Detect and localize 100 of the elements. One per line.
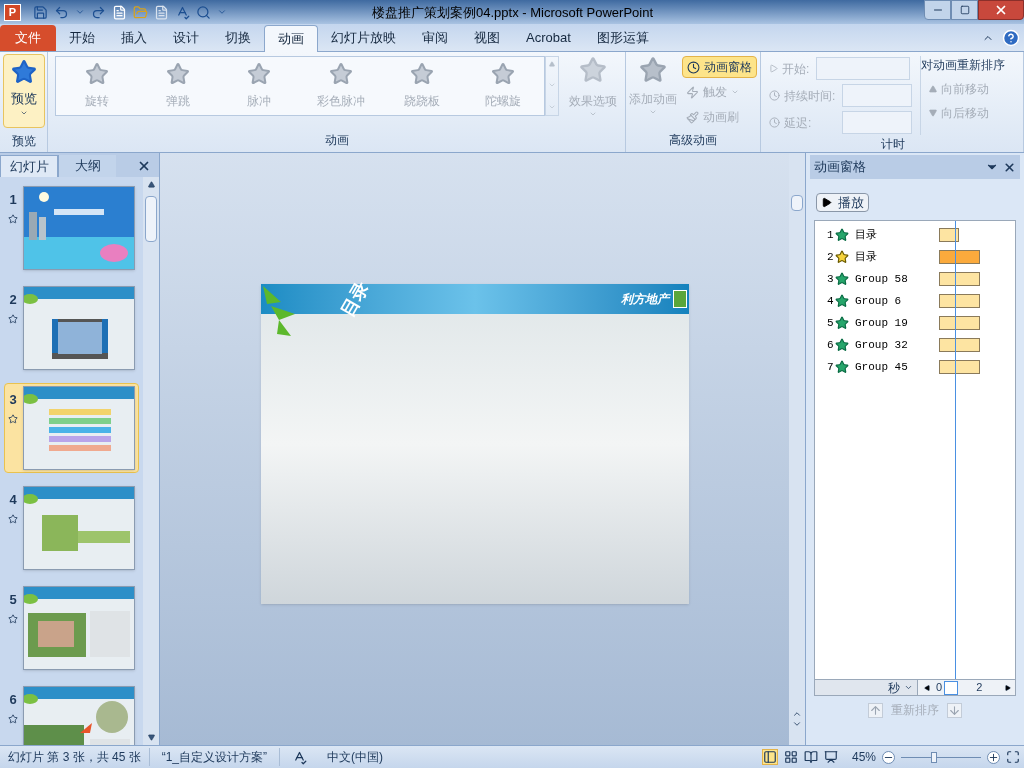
star-icon [328,62,353,86]
caret-icon [589,110,597,118]
help-icon[interactable] [1002,29,1020,47]
brand-logo-icon [672,290,687,308]
play-button[interactable]: 播放 [816,193,869,212]
move-up-icon[interactable] [868,702,883,718]
slider-thumb[interactable] [930,751,937,763]
item-name[interactable]: 目录 [855,226,935,244]
star-icon [409,62,434,86]
item-number: 3 [827,271,835,287]
play-icon [769,64,778,73]
caret-icon [731,88,739,96]
ribbon-tab[interactable]: 图形运算 [583,25,662,51]
normal-view-icon[interactable] [761,749,778,765]
search-icon[interactable] [196,4,211,20]
caret-icon [904,683,913,692]
dropdown-icon[interactable] [75,7,85,17]
zoom-slider[interactable] [901,751,981,763]
zoom-in-icon[interactable] [987,750,1000,764]
slide-number: 2 [9,291,17,309]
item-number: 5 [827,315,835,331]
undo-icon[interactable] [54,4,69,20]
start-dropdown[interactable] [816,57,910,80]
panel-tab[interactable]: 幻灯片 [0,155,58,177]
item-name[interactable]: Group 45 [855,358,935,376]
previous-slide-icon[interactable] [792,709,802,719]
item-number: 7 [827,359,835,375]
scroll-down-icon[interactable] [147,734,155,741]
scroll-thumb[interactable] [145,196,157,242]
file-tab[interactable]: 文件 [0,25,56,51]
restore-button[interactable] [951,0,978,20]
item-name[interactable]: Group 32 [855,336,935,354]
save-icon[interactable] [33,4,48,20]
scroll-right-icon[interactable] [1005,684,1011,691]
close-icon[interactable] [137,159,151,173]
scroll-up-icon[interactable] [147,181,155,188]
theme-name: “1_自定义设计方案” [149,748,281,766]
ribbon-tab[interactable]: 设计 [160,25,212,51]
item-name[interactable]: Group 6 [855,292,935,310]
ribbon-tab[interactable]: 动画 [264,25,318,52]
minimize-button[interactable] [924,0,951,20]
scroll-thumb[interactable] [791,195,803,211]
timeline-thumb[interactable] [944,680,959,695]
slide-count: 幻灯片 第 3 张，共 45 张 [0,748,150,766]
scrollbar[interactable] [143,177,159,745]
slide-sorter-icon[interactable] [783,750,798,764]
brush-icon [686,110,699,124]
slideshow-icon[interactable] [823,750,838,764]
time-spin-field[interactable] [842,111,912,134]
star-icon [491,62,516,86]
item-name[interactable]: Group 19 [855,314,935,332]
slide[interactable]: 目录 利方地产 [260,284,689,604]
item-name[interactable]: Group 58 [855,270,935,288]
timeline-tick: 2 [976,680,983,696]
reading-view-icon[interactable] [803,750,818,764]
ribbon-tab[interactable]: 切换 [212,25,264,51]
group-label: 高级动画 [669,132,717,149]
animation-pane-button[interactable]: 动画窗格 [682,56,757,78]
timeline-tick: 0 [936,680,943,696]
next-slide-icon[interactable] [792,719,802,729]
move-down-icon[interactable] [947,702,962,718]
zoom-level[interactable]: 45% [851,748,876,766]
customize-icon[interactable] [217,7,227,17]
ribbon-tab[interactable]: Acrobat [513,25,584,51]
zoom-out-icon[interactable] [882,750,895,764]
scroll-left-icon[interactable] [924,684,930,691]
spelling-icon[interactable] [175,4,190,20]
new-file-icon[interactable] [112,4,127,20]
spelling-icon[interactable] [292,749,308,765]
document-icon[interactable] [154,4,169,20]
reorder-label: 重新排序 [891,702,939,719]
ribbon-tab[interactable]: 插入 [108,25,160,51]
folder-icon[interactable] [133,4,148,20]
caret-icon [649,108,657,116]
redo-icon[interactable] [91,4,106,20]
star-icon [639,56,667,84]
ribbon-tab[interactable]: 视图 [461,25,513,51]
slide-number: 3 [9,391,17,409]
animation-star-icon [8,213,18,224]
time-spin-field[interactable] [842,84,912,107]
close-button[interactable] [978,0,1024,20]
panel-tab[interactable]: 大纲 [58,155,116,177]
star-icon [247,62,272,86]
clock-icon [769,117,780,128]
item-name[interactable]: 目录 [855,248,935,266]
ribbon-tab[interactable]: 审阅 [409,25,461,51]
app-logo[interactable]: P [4,3,21,21]
timing-label: 持续时间: [784,87,837,105]
ribbon-tab[interactable]: 幻灯片放映 [318,25,409,51]
slide-number: 4 [9,491,17,509]
animation-star-icon [8,713,18,724]
up-triangle-icon [929,85,937,93]
star-icon [579,56,607,84]
ribbon-tab[interactable]: 开始 [56,25,108,51]
slide-thumbnail[interactable]: 3 [4,383,139,473]
close-icon[interactable] [1003,160,1016,174]
fit-window-icon[interactable] [1006,750,1020,764]
effect-star-icon [835,316,849,330]
preview-button[interactable]: 预览 [2,54,45,128]
unit-dropdown[interactable]: 秒 [815,680,918,695]
